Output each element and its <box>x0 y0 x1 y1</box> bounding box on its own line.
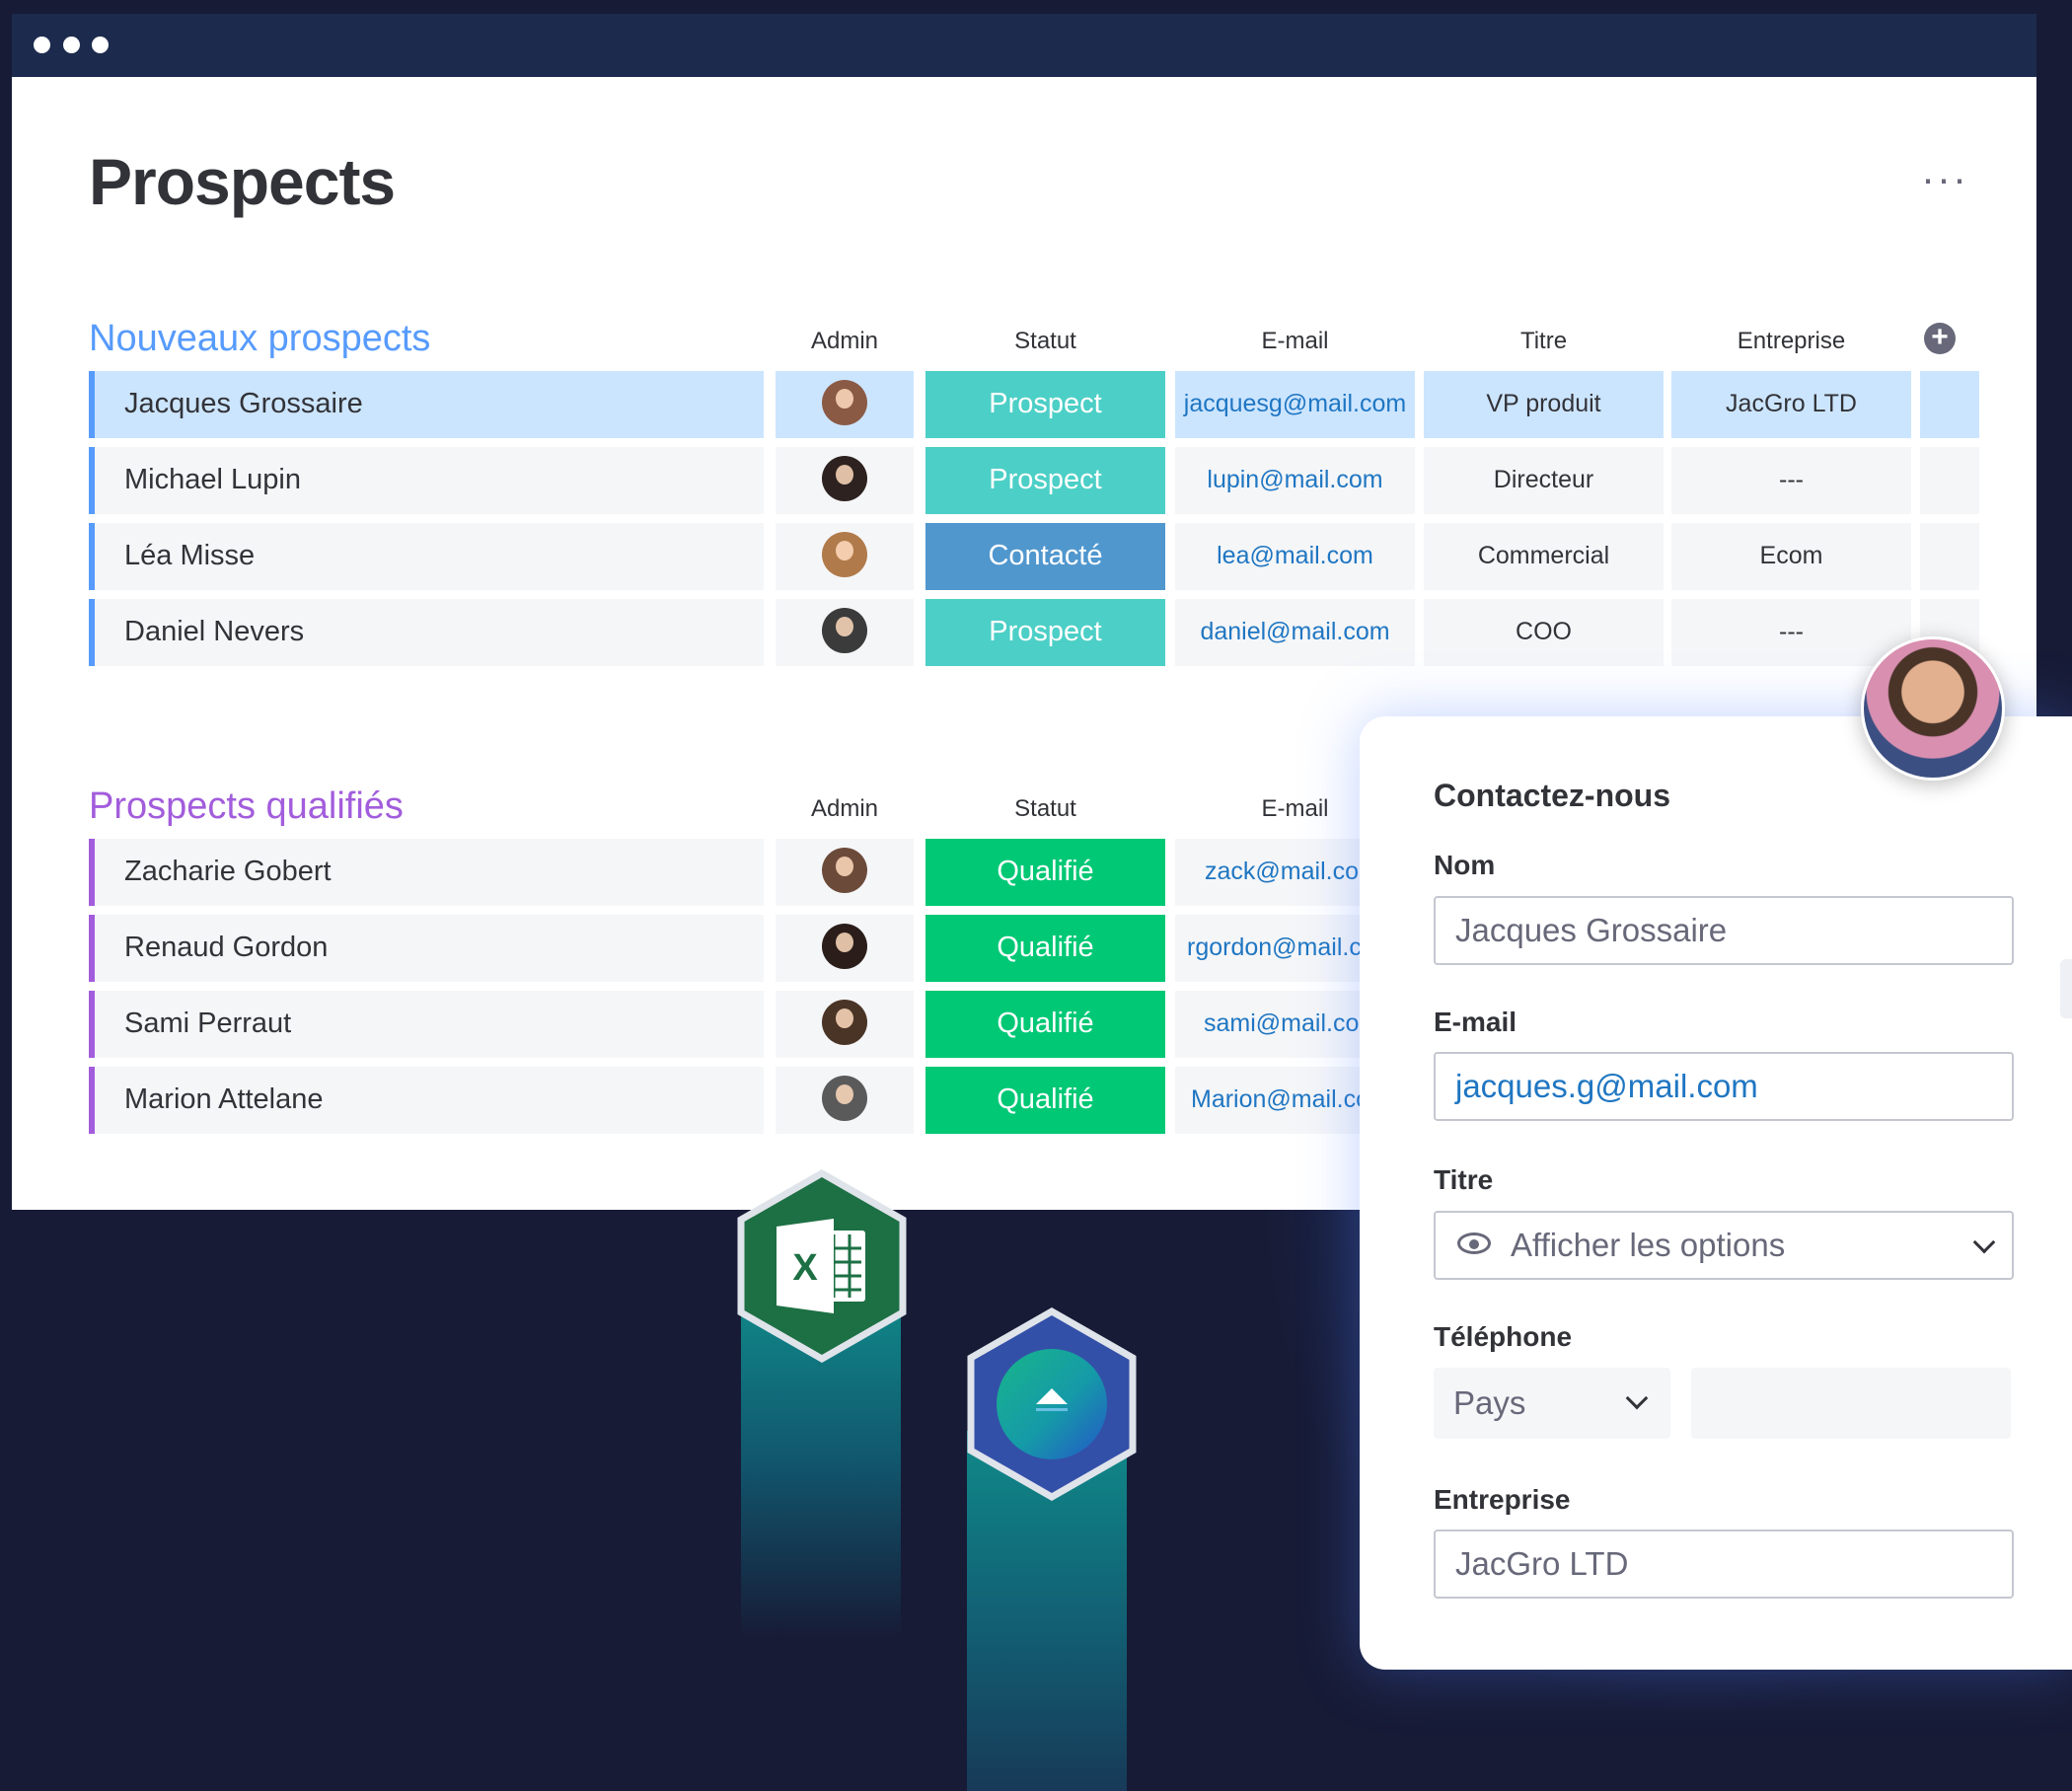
email-label: E-mail <box>1434 1007 1517 1037</box>
add-column-icon[interactable]: + <box>1924 323 1956 354</box>
email-link[interactable]: jacquesg@mail.com <box>1175 371 1415 438</box>
empty-cell <box>1920 371 1979 438</box>
admin-cell[interactable] <box>776 1067 914 1134</box>
scrollbar-handle[interactable] <box>2060 959 2072 1018</box>
titre-cell[interactable]: Directeur <box>1424 447 1664 514</box>
status-badge[interactable]: Prospect <box>925 447 1165 514</box>
column-header-statut[interactable]: Statut <box>925 795 1165 823</box>
admin-cell[interactable] <box>776 523 914 590</box>
status-badge[interactable]: Qualifié <box>925 839 1165 906</box>
country-select[interactable]: Pays <box>1434 1368 1670 1439</box>
column-header-entreprise[interactable]: Entreprise <box>1671 328 1911 355</box>
excel-icon[interactable]: X <box>735 1169 909 1363</box>
entreprise-cell[interactable]: --- <box>1671 599 1911 666</box>
integration-app-icon[interactable] <box>965 1307 1139 1501</box>
group-title-qualifies[interactable]: Prospects qualifiés <box>89 785 404 828</box>
titre-label: Titre <box>1434 1164 1494 1195</box>
avatar <box>822 380 867 426</box>
row-name[interactable]: Michael Lupin <box>89 447 764 514</box>
row-name[interactable]: Daniel Nevers <box>89 599 764 666</box>
admin-cell[interactable] <box>776 915 914 982</box>
window-dot <box>34 37 50 53</box>
admin-cell[interactable] <box>776 991 914 1058</box>
titre-cell[interactable]: COO <box>1424 599 1664 666</box>
admin-cell[interactable] <box>776 447 914 514</box>
nom-label: Nom <box>1434 850 1496 880</box>
status-badge[interactable]: Contacté <box>925 523 1165 590</box>
empty-cell <box>1920 447 1979 514</box>
svg-text:X: X <box>792 1247 818 1289</box>
window-dot <box>92 37 109 53</box>
country-select-label: Pays <box>1453 1384 1526 1421</box>
contact-form: Contactez-nous Nom Jacques Grossaire E-m… <box>1360 716 2072 1670</box>
email-input[interactable]: jacques.g@mail.com <box>1434 1052 2014 1121</box>
telephone-label: Téléphone <box>1434 1321 1573 1352</box>
page-title: Prospects <box>89 145 396 218</box>
column-header-admin[interactable]: Admin <box>776 795 914 823</box>
chevron-down-icon <box>1972 1231 1996 1254</box>
titre-cell[interactable]: Commercial <box>1424 523 1664 590</box>
titre-select-placeholder: Afficher les options <box>1511 1227 1786 1263</box>
entreprise-cell[interactable]: --- <box>1671 447 1911 514</box>
status-badge[interactable]: Qualifié <box>925 1067 1165 1134</box>
contact-avatar <box>1861 636 2005 781</box>
more-options-icon[interactable]: ··· <box>1921 158 1968 199</box>
nom-input[interactable]: Jacques Grossaire <box>1434 896 2014 965</box>
entreprise-cell[interactable]: Ecom <box>1671 523 1911 590</box>
row-name[interactable]: Marion Attelane <box>89 1067 764 1134</box>
status-badge[interactable]: Prospect <box>925 599 1165 666</box>
column-header-email[interactable]: E-mail <box>1175 328 1415 355</box>
admin-cell[interactable] <box>776 371 914 438</box>
email-link[interactable]: daniel@mail.com <box>1175 599 1415 666</box>
column-header-statut[interactable]: Statut <box>925 328 1165 355</box>
email-link[interactable]: lea@mail.com <box>1175 523 1415 590</box>
avatar <box>822 532 867 578</box>
phone-number-input[interactable] <box>1691 1368 2011 1439</box>
form-title: Contactez-nous <box>1434 778 1670 813</box>
entreprise-input[interactable]: JacGro LTD <box>1434 1530 2014 1599</box>
column-header-titre[interactable]: Titre <box>1424 328 1664 355</box>
chevron-down-icon <box>1625 1386 1649 1410</box>
avatar <box>822 1076 867 1122</box>
admin-cell[interactable] <box>776 839 914 906</box>
row-name[interactable]: Renaud Gordon <box>89 915 764 982</box>
row-name[interactable]: Sami Perraut <box>89 991 764 1058</box>
window-titlebar <box>12 14 2036 77</box>
group-title-nouveaux[interactable]: Nouveaux prospects <box>89 318 430 360</box>
titre-select[interactable]: Afficher les options <box>1434 1211 2014 1280</box>
row-name[interactable]: Jacques Grossaire <box>89 371 764 438</box>
avatar <box>822 924 867 970</box>
titre-cell[interactable]: VP produit <box>1424 371 1664 438</box>
column-header-admin[interactable]: Admin <box>776 328 914 355</box>
avatar <box>822 456 867 502</box>
empty-cell <box>1920 523 1979 590</box>
status-badge[interactable]: Qualifié <box>925 915 1165 982</box>
avatar <box>822 608 867 654</box>
avatar <box>822 1000 867 1046</box>
status-badge[interactable]: Qualifié <box>925 991 1165 1058</box>
row-name[interactable]: Léa Misse <box>89 523 764 590</box>
entreprise-cell[interactable]: JacGro LTD <box>1671 371 1911 438</box>
status-badge[interactable]: Prospect <box>925 371 1165 438</box>
entreprise-label: Entreprise <box>1434 1484 1571 1515</box>
admin-cell[interactable] <box>776 599 914 666</box>
window-dot <box>63 37 80 53</box>
email-link[interactable]: lupin@mail.com <box>1175 447 1415 514</box>
avatar <box>822 848 867 894</box>
row-name[interactable]: Zacharie Gobert <box>89 839 764 906</box>
eye-icon <box>1457 1232 1491 1254</box>
